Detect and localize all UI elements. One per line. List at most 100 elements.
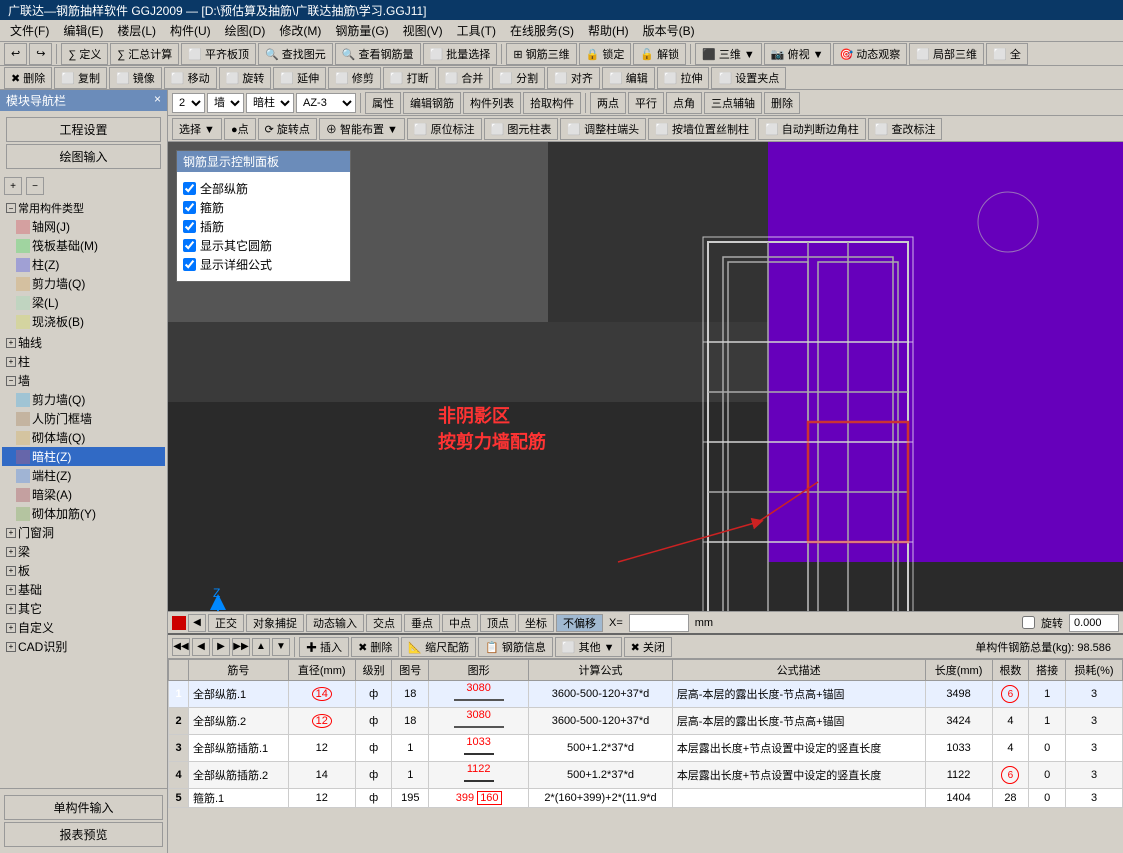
drawing-btn[interactable]: 绘图输入 bbox=[6, 144, 161, 169]
tree-item-col[interactable]: 柱(Z) bbox=[2, 255, 165, 274]
steel3d-btn[interactable]: ⊞ 钢筋三维 bbox=[506, 43, 576, 65]
expand-wallroot[interactable]: − bbox=[6, 376, 16, 386]
tree-item-darkbeam[interactable]: 暗梁(A) bbox=[2, 485, 165, 504]
pull-btn[interactable]: ⬜ 拉伸 bbox=[657, 67, 710, 89]
menu-version[interactable]: 版本号(B) bbox=[637, 20, 701, 41]
scale-steel-btn[interactable]: 📐 缩尺配筋 bbox=[401, 637, 476, 657]
expand-common[interactable]: − bbox=[6, 203, 16, 213]
tree-item-shearwall[interactable]: 剪力墙(Q) bbox=[2, 274, 165, 293]
sidebar-close[interactable]: × bbox=[154, 92, 161, 109]
expand-colroot[interactable]: + bbox=[6, 357, 16, 367]
lock-btn[interactable]: 🔒 锁定 bbox=[579, 43, 632, 65]
nav-last[interactable]: ▶▶ bbox=[232, 638, 250, 656]
menu-view[interactable]: 视图(V) bbox=[397, 20, 449, 41]
tree-item-beamroot[interactable]: + 梁 bbox=[2, 542, 165, 561]
tree-item-slabroot[interactable]: + 板 bbox=[2, 561, 165, 580]
report-preview-btn[interactable]: 报表预览 bbox=[4, 822, 163, 847]
point-btn[interactable]: ●点 bbox=[224, 118, 256, 140]
expand-beamroot[interactable]: + bbox=[6, 547, 16, 557]
tree-item-darkcol[interactable]: 暗柱(Z) bbox=[2, 447, 165, 466]
tree-item-other[interactable]: + 其它 bbox=[2, 599, 165, 618]
cb-other-circle[interactable]: 显示其它圆筋 bbox=[183, 237, 344, 254]
flat-btn[interactable]: ⬜ 平齐板顶 bbox=[181, 43, 256, 65]
cb-other-circle-input[interactable] bbox=[183, 239, 196, 252]
settings-btn[interactable]: 工程设置 bbox=[6, 117, 161, 142]
other-btn[interactable]: ⬜ 其他 ▼ bbox=[555, 637, 622, 657]
set-point-btn[interactable]: ⬜ 设置夹点 bbox=[711, 67, 786, 89]
minus-icon[interactable]: − bbox=[26, 177, 44, 195]
local-3d-btn[interactable]: ⬜ 局部三维 bbox=[909, 43, 984, 65]
cb-stirrup-input[interactable] bbox=[183, 201, 196, 214]
adjust-end-btn[interactable]: ⬜ 调整柱端头 bbox=[560, 118, 646, 140]
nav-back-btn[interactable]: ◀ bbox=[188, 614, 206, 632]
tree-item-raft[interactable]: 筏板基础(M) bbox=[2, 236, 165, 255]
nav-first[interactable]: ◀◀ bbox=[172, 638, 190, 656]
rotate-btn[interactable]: ⬜ 旋转 bbox=[219, 67, 272, 89]
status-perpendicular[interactable]: 垂点 bbox=[404, 614, 440, 632]
auto-corner-btn[interactable]: ⬜ 自动判断边角柱 bbox=[758, 118, 866, 140]
dot-angle-btn[interactable]: 点角 bbox=[666, 92, 702, 114]
menu-modify[interactable]: 修改(M) bbox=[273, 20, 327, 41]
tree-item-shearwall2[interactable]: 剪力墙(Q) bbox=[2, 390, 165, 409]
edit-move-btn[interactable]: ⬜ 编辑 bbox=[602, 67, 655, 89]
batch-select-btn[interactable]: ⬜ 批量选择 bbox=[423, 43, 498, 65]
merge-btn[interactable]: ⬜ 合并 bbox=[438, 67, 491, 89]
status-ortho[interactable]: 正交 bbox=[208, 614, 244, 632]
component-list-btn[interactable]: 构件列表 bbox=[463, 92, 521, 114]
delete-row-btn[interactable]: ✖ 删除 bbox=[351, 637, 399, 657]
status-intersection[interactable]: 交点 bbox=[366, 614, 402, 632]
break-btn[interactable]: ⬜ 打断 bbox=[383, 67, 436, 89]
nav-down[interactable]: ▼ bbox=[272, 638, 290, 656]
align-btn[interactable]: ⬜ 对齐 bbox=[547, 67, 600, 89]
parallel-btn[interactable]: 平行 bbox=[628, 92, 664, 114]
cb-detail-formula-input[interactable] bbox=[183, 258, 196, 271]
rotatepoint-btn[interactable]: ⟳ 旋转点 bbox=[258, 118, 317, 140]
three-points-btn[interactable]: 三点辅轴 bbox=[704, 92, 762, 114]
tree-item-axis[interactable]: 轴网(J) bbox=[2, 217, 165, 236]
col-id-select[interactable]: AZ-3 bbox=[296, 93, 356, 113]
menu-tools[interactable]: 工具(T) bbox=[451, 20, 502, 41]
delete-btn[interactable]: ✖ 删除 bbox=[4, 67, 52, 89]
copy-btn[interactable]: ⬜ 复制 bbox=[54, 67, 107, 89]
check-steel-btn[interactable]: 🔍 查看钢筋量 bbox=[335, 43, 421, 65]
cb-all-steel-input[interactable] bbox=[183, 182, 196, 195]
repair-btn[interactable]: ⬜ 修剪 bbox=[328, 67, 381, 89]
nav-up[interactable]: ▲ bbox=[252, 638, 270, 656]
move-btn[interactable]: ⬜ 移动 bbox=[164, 67, 217, 89]
menu-component[interactable]: 构件(U) bbox=[164, 20, 217, 41]
single-input-btn[interactable]: 单构件输入 bbox=[4, 795, 163, 820]
nav-prev[interactable]: ◀ bbox=[192, 638, 210, 656]
tree-item-masonrysteel[interactable]: 砌体加筋(Y) bbox=[2, 504, 165, 523]
status-nooffset[interactable]: 不偏移 bbox=[556, 614, 603, 632]
expand-cad[interactable]: + bbox=[6, 642, 16, 652]
split-btn[interactable]: ⬜ 分割 bbox=[492, 67, 545, 89]
tree-item-wallroot[interactable]: − 墙 bbox=[2, 371, 165, 390]
define-btn[interactable]: ∑ 定义 bbox=[61, 43, 108, 65]
menu-online[interactable]: 在线服务(S) bbox=[504, 20, 580, 41]
tree-item-doorwin[interactable]: + 门窗洞 bbox=[2, 523, 165, 542]
col-table-btn[interactable]: ⬜ 图元柱表 bbox=[484, 118, 559, 140]
two-points-btn[interactable]: 两点 bbox=[590, 92, 626, 114]
menu-file[interactable]: 文件(F) bbox=[4, 20, 55, 41]
menu-edit[interactable]: 编辑(E) bbox=[57, 20, 109, 41]
tree-item-airdefwall[interactable]: 人防门框墙 bbox=[2, 409, 165, 428]
nav-next[interactable]: ▶ bbox=[212, 638, 230, 656]
status-dynamic[interactable]: 动态输入 bbox=[306, 614, 364, 632]
undo-btn[interactable]: ↩ bbox=[4, 43, 27, 65]
edit-steel-btn[interactable]: 编辑钢筋 bbox=[403, 92, 461, 114]
steel-info-btn[interactable]: 📋 钢筋信息 bbox=[478, 637, 553, 657]
tree-item-slab[interactable]: 现浇板(B) bbox=[2, 312, 165, 331]
check-mark-btn[interactable]: ⬜ 查改标注 bbox=[868, 118, 943, 140]
tree-item-colroot[interactable]: + 柱 bbox=[2, 352, 165, 371]
extend-btn[interactable]: ⬜ 延伸 bbox=[273, 67, 326, 89]
status-midpoint[interactable]: 中点 bbox=[442, 614, 478, 632]
mirror-btn[interactable]: ⬜ 镜像 bbox=[109, 67, 162, 89]
floor-select[interactable]: 2 bbox=[172, 93, 205, 113]
tree-item-custom[interactable]: + 自定义 bbox=[2, 618, 165, 637]
menu-steel[interactable]: 钢筋量(G) bbox=[329, 20, 394, 41]
add-icon[interactable]: + bbox=[4, 177, 22, 195]
tree-item-endcol[interactable]: 端柱(Z) bbox=[2, 466, 165, 485]
expand-custom[interactable]: + bbox=[6, 623, 16, 633]
close-panel-btn[interactable]: ✖ 关闭 bbox=[624, 637, 672, 657]
menu-floor[interactable]: 楼层(L) bbox=[111, 20, 162, 41]
